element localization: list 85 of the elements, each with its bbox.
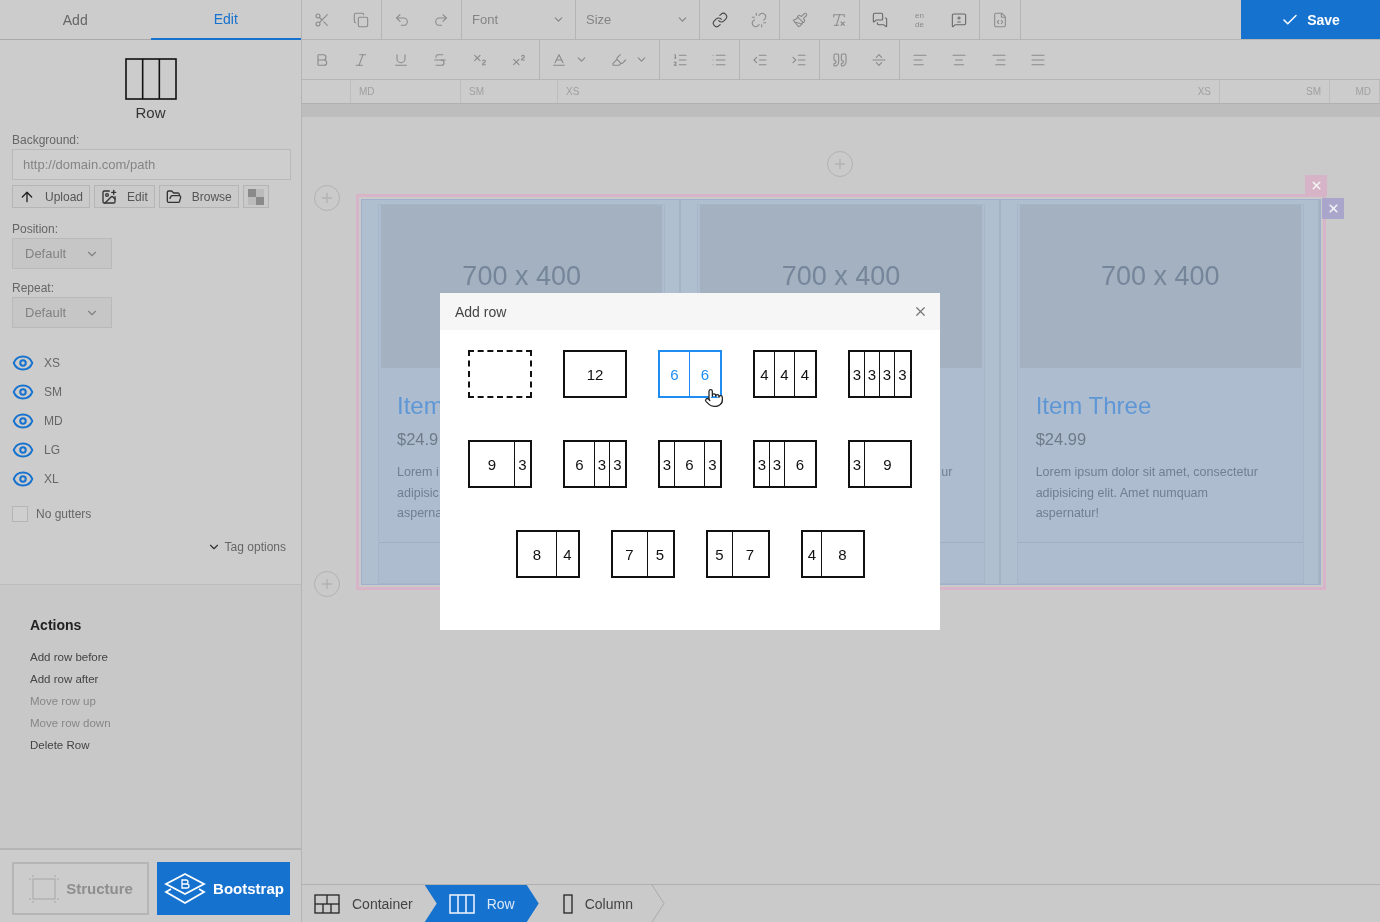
breadcrumb-item[interactable]: Container [302, 885, 425, 922]
layout-option[interactable]: 5 7 [705, 530, 770, 578]
sidebar-tab[interactable]: Add [0, 0, 151, 40]
link-icon [711, 11, 728, 28]
remove-button[interactable] [1322, 198, 1344, 219]
close-button[interactable] [913, 304, 928, 319]
text-color-icon [551, 51, 568, 68]
speech-bubble-icon [951, 11, 968, 28]
card-price: $24.99 [1035, 430, 1087, 450]
clear-format-icon [831, 11, 848, 28]
card-title: Item Three [1035, 392, 1152, 421]
horizontal-rule-icon [871, 51, 888, 68]
layout-option[interactable]: 12 [563, 350, 627, 398]
transparency-button[interactable] [242, 185, 269, 208]
layout-option[interactable]: 3 6 3 [658, 440, 722, 488]
remove-button[interactable] [1305, 175, 1327, 196]
breakpoint-label: XS [44, 356, 60, 370]
layout-option[interactable]: 7 5 [610, 530, 675, 578]
close-icon [1326, 202, 1340, 215]
layout-option[interactable]: 9 3 [468, 440, 532, 488]
close-icon [913, 304, 928, 319]
layers-icon [163, 871, 208, 906]
checkbox[interactable] [12, 506, 28, 522]
highlighter-icon [610, 51, 627, 68]
checkbox-label: No gutters [36, 507, 92, 521]
numbered-list-icon [671, 51, 688, 68]
breakpoint-label: XL [44, 472, 59, 486]
unlink-icon [751, 11, 768, 28]
browse-button[interactable]: Browse [158, 185, 239, 208]
folder-icon [165, 188, 182, 205]
checker-icon [247, 188, 264, 205]
sidebar-tab[interactable]: Edit [150, 0, 301, 40]
field-label: Repeat: [12, 281, 55, 295]
scissors-icon [313, 11, 330, 28]
image-edit-icon [101, 188, 118, 205]
layout-option[interactable]: 6 3 3 [563, 440, 627, 488]
frame-icon [28, 873, 61, 904]
card-price: $24.9 [397, 430, 439, 450]
layout-option[interactable]: 4 4 4 [753, 350, 817, 398]
layout-option[interactable]: 3 3 3 3 [848, 350, 912, 398]
element-label: Row [135, 104, 166, 121]
strikethrough-icon [432, 51, 449, 68]
close-icon [1309, 179, 1323, 192]
card-text: adipisicing elit. Amet numquam [1035, 484, 1208, 502]
action-link[interactable]: Delete Row [30, 739, 90, 751]
hand-pointer-icon [704, 388, 724, 408]
layout-option[interactable]: 8 4 [515, 530, 580, 578]
layout-option[interactable]: 3 3 6 [753, 440, 817, 488]
paintbrush-icon [791, 11, 808, 28]
upload-button[interactable]: Upload [12, 185, 91, 208]
action-link[interactable]: Add row after [30, 673, 99, 685]
columns-icon [448, 893, 475, 914]
layout-option[interactable] [468, 350, 532, 398]
layout-option[interactable]: 3 9 [848, 440, 912, 488]
breakpoint-label: MD [44, 414, 63, 428]
column-icon [562, 893, 573, 914]
card-text: adipisic [397, 484, 439, 502]
grid-icon [314, 893, 340, 914]
code-file-icon [991, 11, 1008, 28]
columns-icon [124, 58, 177, 100]
speech-bubbles-icon [871, 11, 888, 28]
card-text: Lorem ipsum dolor sit amet, consectetur [1035, 464, 1258, 481]
undo-icon [393, 11, 410, 28]
breadcrumb-item[interactable]: Column [538, 885, 657, 922]
card-text: aspernatur! [1035, 505, 1099, 522]
tag-options-toggle[interactable]: Tag options [206, 540, 286, 554]
layout-option[interactable]: 4 8 [800, 530, 865, 578]
background-url-field[interactable]: http://domain.com/path [12, 149, 291, 180]
field-label: Position: [12, 222, 59, 236]
breadcrumb-item[interactable]: Row [424, 885, 539, 922]
mode-button[interactable]: Bootstrap [157, 862, 290, 915]
card-text: Lorem i [397, 464, 439, 481]
edit-button[interactable]: Edit [94, 185, 155, 208]
field-label: Background: [12, 133, 80, 147]
copy-icon [353, 11, 370, 28]
breakpoint-label: SM [44, 385, 62, 399]
quote-icon [831, 51, 848, 68]
redo-icon [433, 11, 450, 28]
breakpoint-label: LG [44, 443, 60, 457]
actions-heading: Actions [30, 617, 83, 633]
underline-icon [392, 51, 409, 68]
dialog-title: Add row [455, 303, 507, 320]
action-link[interactable]: Add row before [30, 651, 108, 663]
card-text: ur [941, 464, 953, 481]
save-button[interactable]: Save [1241, 0, 1380, 39]
